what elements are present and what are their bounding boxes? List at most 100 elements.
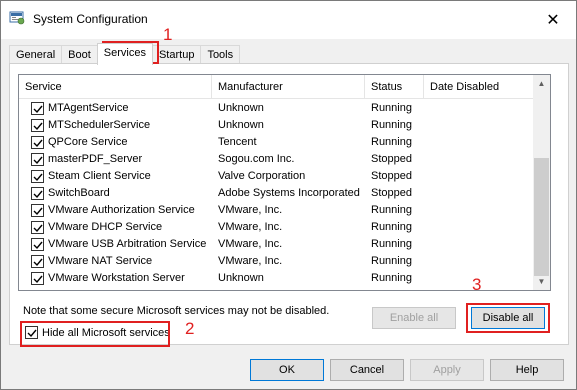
service-date-disabled: [424, 134, 534, 151]
service-cell: Steam Client Service: [19, 168, 212, 185]
tab-general[interactable]: General: [9, 45, 63, 64]
checkmark-icon: [33, 275, 43, 283]
service-date-disabled: [424, 253, 534, 270]
table-row[interactable]: VMware Workstation Server Unknown Running: [19, 270, 534, 287]
close-button[interactable]: ✕: [530, 1, 576, 39]
system-configuration-window: System Configuration ✕ General Boot Serv…: [0, 0, 577, 390]
tab-services[interactable]: Services: [96, 43, 153, 65]
tab-boot[interactable]: Boot: [61, 45, 98, 64]
service-checkbox[interactable]: [31, 136, 44, 149]
service-status: Running: [371, 136, 412, 148]
service-rows: MTAgentService Unknown Running MTSchedulerS…: [19, 100, 534, 287]
table-row[interactable]: MTSchedulerService Unknown Running: [19, 117, 534, 134]
service-manufacturer: VMware, Inc.: [218, 255, 283, 267]
table-row[interactable]: Steam Client Service Valve Corporation Sto…: [19, 168, 534, 185]
hide-microsoft-services-checkbox[interactable]: Hide all Microsoft services: [25, 326, 170, 339]
service-date-disabled: [424, 185, 534, 202]
service-checkbox[interactable]: [31, 204, 44, 217]
service-checkbox[interactable]: [31, 153, 44, 166]
table-row[interactable]: SwitchBoard Adobe Systems Incorporated Sto…: [19, 185, 534, 202]
service-name: VMware USB Arbitration Service: [48, 238, 207, 250]
service-manufacturer: Tencent: [218, 136, 257, 148]
service-checkbox[interactable]: [31, 221, 44, 234]
table-row[interactable]: QPCore Service Tencent Running: [19, 134, 534, 151]
checkmark-icon: [33, 241, 43, 249]
service-checkbox[interactable]: [31, 187, 44, 200]
service-manufacturer: VMware, Inc.: [218, 238, 283, 250]
service-cell: masterPDF_Server: [19, 151, 212, 168]
table-row[interactable]: VMware DHCP Service VMware, Inc. Running: [19, 219, 534, 236]
service-name: Steam Client Service: [48, 170, 151, 182]
title-bar: System Configuration ✕: [1, 1, 576, 39]
service-name: VMware NAT Service: [48, 255, 153, 267]
service-name: QPCore Service: [48, 136, 128, 148]
list-header: Service Manufacturer Status Date Disable…: [19, 75, 534, 99]
service-status: Running: [371, 119, 412, 131]
cancel-button[interactable]: Cancel: [330, 359, 404, 381]
column-header-service[interactable]: Service: [19, 75, 212, 99]
service-date-disabled: [424, 219, 534, 236]
close-icon: ✕: [546, 12, 560, 29]
service-cell: MTAgentService: [19, 100, 212, 117]
service-date-disabled: [424, 270, 534, 287]
table-row[interactable]: masterPDF_Server Sogou.com Inc. Stopped: [19, 151, 534, 168]
disable-all-button[interactable]: Disable all: [471, 307, 545, 329]
column-header-status[interactable]: Status: [365, 75, 424, 99]
tab-startup[interactable]: Startup: [151, 45, 202, 64]
service-manufacturer: Sogou.com Inc.: [218, 153, 295, 165]
system-configuration-icon: [9, 11, 25, 25]
service-status: Running: [371, 272, 412, 284]
checkmark-icon: [33, 105, 43, 113]
enable-all-button[interactable]: Enable all: [372, 307, 456, 329]
service-checkbox[interactable]: [31, 102, 44, 115]
service-date-disabled: [424, 117, 534, 134]
service-status: Running: [371, 221, 412, 233]
table-row[interactable]: MTAgentService Unknown Running: [19, 100, 534, 117]
service-date-disabled: [424, 100, 534, 117]
service-manufacturer: Valve Corporation: [218, 170, 306, 182]
service-status: Running: [371, 255, 412, 267]
service-cell: SwitchBoard: [19, 185, 212, 202]
tab-tools[interactable]: Tools: [200, 45, 241, 64]
service-checkbox[interactable]: [31, 272, 44, 285]
services-list[interactable]: Service Manufacturer Status Date Disable…: [18, 74, 551, 291]
scrollbar-thumb[interactable]: [534, 158, 549, 276]
service-checkbox[interactable]: [31, 119, 44, 132]
checkmark-icon: [33, 258, 43, 266]
service-status: Stopped: [371, 153, 412, 165]
apply-button[interactable]: Apply: [410, 359, 484, 381]
checkmark-icon: [33, 224, 43, 232]
service-cell: MTSchedulerService: [19, 117, 212, 134]
checkbox-box[interactable]: [25, 326, 38, 339]
scroll-down-arrow-icon[interactable]: ▼: [533, 273, 550, 290]
checkmark-icon: [33, 156, 43, 164]
table-row[interactable]: VMware NAT Service VMware, Inc. Running: [19, 253, 534, 270]
service-cell: VMware USB Arbitration Service: [19, 236, 212, 253]
service-checkbox[interactable]: [31, 238, 44, 251]
hide-microsoft-services-label: Hide all Microsoft services: [42, 326, 170, 339]
table-row[interactable]: VMware Authorization Service VMware, Inc.…: [19, 202, 534, 219]
service-name: SwitchBoard: [48, 187, 110, 199]
service-manufacturer: VMware, Inc.: [218, 204, 283, 216]
service-checkbox[interactable]: [31, 170, 44, 183]
tab-strip: General Boot Services Startup Tools: [9, 43, 241, 65]
service-name: MTSchedulerService: [48, 119, 151, 131]
service-name: VMware Authorization Service: [48, 204, 195, 216]
service-manufacturer: Unknown: [218, 102, 264, 114]
checkmark-icon: [33, 190, 43, 198]
window-title: System Configuration: [33, 12, 148, 26]
service-name: VMware DHCP Service: [48, 221, 163, 233]
vertical-scrollbar[interactable]: ▲ ▼: [533, 75, 550, 290]
service-status: Running: [371, 204, 412, 216]
service-manufacturer: Adobe Systems Incorporated: [218, 187, 360, 199]
column-header-manufacturer[interactable]: Manufacturer: [212, 75, 365, 99]
service-checkbox[interactable]: [31, 255, 44, 268]
column-header-date-disabled[interactable]: Date Disabled: [424, 75, 534, 99]
table-row[interactable]: VMware USB Arbitration Service VMware, In…: [19, 236, 534, 253]
scroll-up-arrow-icon[interactable]: ▲: [533, 75, 550, 92]
note-text: Note that some secure Microsoft services…: [23, 305, 330, 317]
service-manufacturer: Unknown: [218, 272, 264, 284]
ok-button[interactable]: OK: [250, 359, 324, 381]
help-button[interactable]: Help: [490, 359, 564, 381]
service-cell: VMware Authorization Service: [19, 202, 212, 219]
